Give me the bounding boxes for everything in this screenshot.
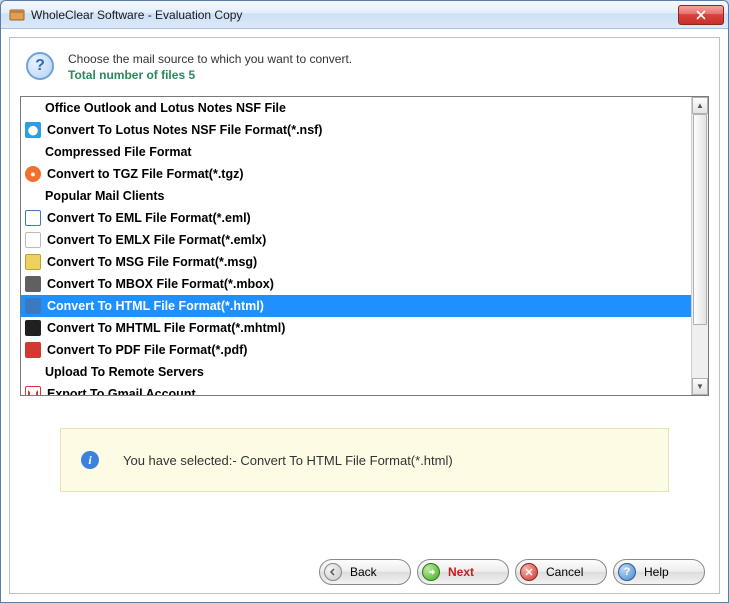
- scroll-up-button[interactable]: ▲: [692, 97, 708, 114]
- format-list: Office Outlook and Lotus Notes NSF File …: [20, 96, 709, 396]
- nsf-icon: ⬤: [25, 122, 41, 138]
- status-text: You have selected:- Convert To HTML File…: [123, 453, 453, 468]
- gmail-icon: [25, 386, 41, 395]
- scrollbar[interactable]: ▲ ▼: [691, 97, 708, 395]
- list-group-header: Upload To Remote Servers: [21, 361, 691, 383]
- list-item-tgz[interactable]: ●Convert to TGZ File Format(*.tgz): [21, 163, 691, 185]
- info-icon: i: [81, 451, 99, 469]
- eml-icon: [25, 210, 41, 226]
- msg-icon: [25, 254, 41, 270]
- app-window: WholeClear Software - Evaluation Copy ? …: [0, 0, 729, 603]
- list-item-pdf[interactable]: Convert To PDF File Format(*.pdf): [21, 339, 691, 361]
- next-arrow-icon: [422, 563, 440, 581]
- back-button[interactable]: Back: [319, 559, 411, 585]
- mhtml-icon: [25, 320, 41, 336]
- list-item-msg[interactable]: Convert To MSG File Format(*.msg): [21, 251, 691, 273]
- list-item-mbox[interactable]: Convert To MBOX File Format(*.mbox): [21, 273, 691, 295]
- content-area: ? Choose the mail source to which you wa…: [1, 29, 728, 602]
- mbox-icon: [25, 276, 41, 292]
- button-bar: Back Next Cancel ? Help: [20, 553, 709, 585]
- instruction-row: ? Choose the mail source to which you wa…: [20, 48, 709, 96]
- list-item-emlx[interactable]: Convert To EMLX File Format(*.emlx): [21, 229, 691, 251]
- pdf-icon: [25, 342, 41, 358]
- cancel-button[interactable]: Cancel: [515, 559, 607, 585]
- window-title: WholeClear Software - Evaluation Copy: [31, 8, 678, 22]
- back-arrow-icon: [324, 563, 342, 581]
- list-item-nsf[interactable]: ⬤Convert To Lotus Notes NSF File Format(…: [21, 119, 691, 141]
- file-count-text: Total number of files 5: [68, 68, 352, 82]
- question-icon: ?: [26, 52, 54, 80]
- list-group-header: Popular Mail Clients: [21, 185, 691, 207]
- list-item-gmail[interactable]: Export To Gmail Account: [21, 383, 691, 395]
- scroll-thumb[interactable]: [693, 114, 707, 325]
- titlebar: WholeClear Software - Evaluation Copy: [1, 1, 728, 29]
- scroll-track[interactable]: [692, 114, 708, 378]
- app-icon: [9, 7, 25, 23]
- scroll-down-button[interactable]: ▼: [692, 378, 708, 395]
- help-icon: ?: [618, 563, 636, 581]
- next-button[interactable]: Next: [417, 559, 509, 585]
- close-button[interactable]: [678, 5, 724, 25]
- list-item-html[interactable]: Convert To HTML File Format(*.html): [21, 295, 691, 317]
- emlx-icon: [25, 232, 41, 248]
- wizard-panel: ? Choose the mail source to which you wa…: [9, 37, 720, 594]
- html-icon: [25, 298, 41, 314]
- instruction-text: Choose the mail source to which you want…: [68, 52, 352, 66]
- list-group-header: Compressed File Format: [21, 141, 691, 163]
- list-item-eml[interactable]: Convert To EML File Format(*.eml): [21, 207, 691, 229]
- list-group-header: Office Outlook and Lotus Notes NSF File: [21, 97, 691, 119]
- selection-status: i You have selected:- Convert To HTML Fi…: [60, 428, 669, 492]
- tgz-icon: ●: [25, 166, 41, 182]
- list-item-mhtml[interactable]: Convert To MHTML File Format(*.mhtml): [21, 317, 691, 339]
- help-button[interactable]: ? Help: [613, 559, 705, 585]
- format-list-body: Office Outlook and Lotus Notes NSF File …: [21, 97, 691, 395]
- cancel-icon: [520, 563, 538, 581]
